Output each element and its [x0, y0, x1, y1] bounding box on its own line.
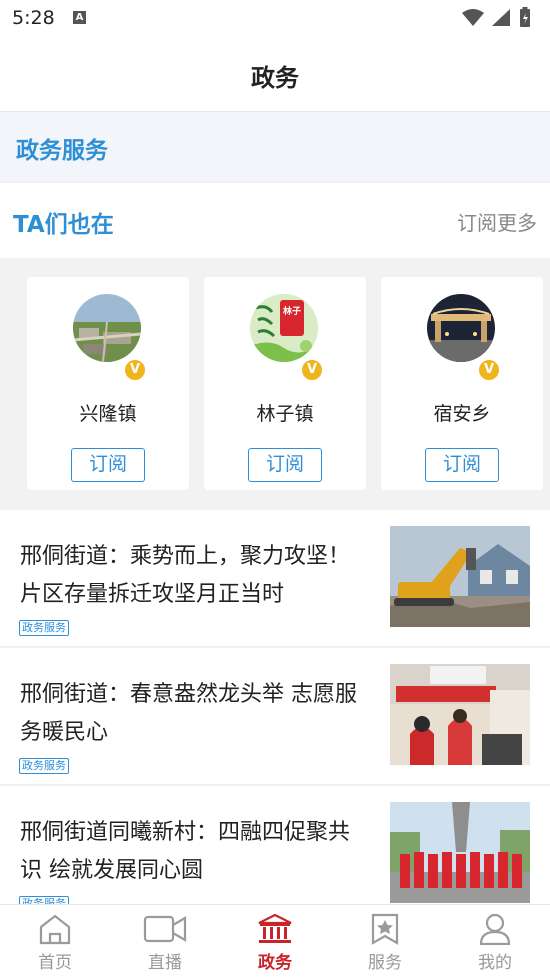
news-item[interactable]: 邢侗街道：春意盎然龙头举 志愿服务暖民心 政务服务 — [0, 648, 550, 785]
service-section-title: 政务服务 — [16, 138, 108, 164]
news-title: 邢侗街道：乘势而上，聚力攻坚！片区存量拆迁攻坚月正当时 — [20, 544, 351, 607]
signal-icon — [492, 9, 510, 26]
verified-badge-icon: V — [300, 358, 324, 382]
notification-icon: A — [73, 11, 86, 24]
avatar: 林子 — [250, 294, 318, 362]
status-time: 5:28 — [12, 7, 55, 29]
user-icon — [479, 913, 511, 945]
account-card[interactable]: 林子 V 林子镇 订阅 — [204, 277, 366, 490]
account-cards: V 兴隆镇 订阅 林子 V 林子镇 订阅 V 宿安乡 订阅 — [0, 258, 550, 508]
tab-home[interactable]: 首页 — [0, 905, 110, 979]
top-nav-bar: 政务 — [0, 38, 550, 112]
tab-government[interactable]: 政务 — [220, 905, 330, 979]
verified-badge-icon: V — [123, 358, 147, 382]
tab-mine[interactable]: 我的 — [440, 905, 550, 979]
tab-label: 我的 — [478, 953, 512, 973]
account-name: 兴隆镇 — [79, 403, 137, 425]
news-thumbnail — [390, 526, 530, 627]
subscribe-button[interactable]: 订阅 — [71, 448, 145, 482]
news-title: 邢侗街道同曦新村：四融四促聚共识 绘就发展同心圆 — [20, 820, 351, 883]
account-name: 林子镇 — [256, 403, 314, 425]
account-name: 宿安乡 — [433, 403, 491, 425]
avatar — [73, 294, 141, 362]
status-bar: 5:28 A — [0, 0, 550, 38]
page-title: 政务 — [251, 64, 299, 92]
subscribe-section-header: TA们也在 订阅更多 — [0, 183, 550, 258]
status-icons — [462, 7, 530, 27]
verified-badge-icon: V — [477, 358, 501, 382]
video-icon — [143, 915, 187, 943]
account-card[interactable]: V 宿安乡 订阅 — [381, 277, 543, 490]
home-icon — [39, 914, 71, 945]
avatar — [427, 294, 495, 362]
wifi-icon — [462, 9, 484, 26]
government-icon — [258, 913, 292, 943]
bottom-tab-bar: 首页 直播 政务 服务 我的 — [0, 904, 550, 979]
news-item[interactable]: 邢侗街道：乘势而上，聚力攻坚！片区存量拆迁攻坚月正当时 政务服务 — [0, 510, 550, 647]
news-item[interactable]: 邢侗街道同曦新村：四融四促聚共识 绘就发展同心圆 政务服务 — [0, 786, 550, 923]
service-section[interactable]: 政务服务 — [0, 113, 550, 181]
tab-label: 服务 — [368, 953, 402, 973]
star-card-icon — [371, 913, 399, 945]
tab-label: 首页 — [38, 953, 72, 973]
news-thumbnail — [390, 802, 530, 903]
news-tag: 政务服务 — [19, 620, 69, 636]
account-card[interactable]: V 兴隆镇 订阅 — [27, 277, 189, 490]
subscribe-more-link[interactable]: 订阅更多 — [457, 207, 537, 236]
tab-service[interactable]: 服务 — [330, 905, 440, 979]
tab-label: 政务 — [258, 953, 292, 973]
tab-label: 直播 — [148, 953, 182, 973]
news-thumbnail — [390, 664, 530, 765]
subscribe-section-title: TA们也在 — [13, 212, 114, 238]
avatar-label: 林子 — [282, 307, 301, 317]
subscribe-button[interactable]: 订阅 — [248, 448, 322, 482]
tab-live[interactable]: 直播 — [110, 905, 220, 979]
subscribe-button[interactable]: 订阅 — [425, 448, 499, 482]
news-title: 邢侗街道：春意盎然龙头举 志愿服务暖民心 — [20, 682, 357, 745]
news-tag: 政务服务 — [19, 758, 69, 774]
